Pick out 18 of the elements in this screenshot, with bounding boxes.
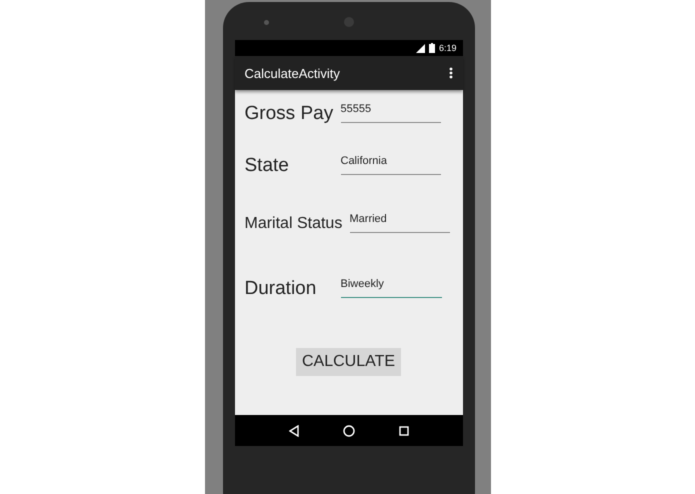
text-field[interactable]: Married [350,211,450,233]
calculate-button[interactable]: CALCULATE [296,348,402,376]
text-field[interactable]: California [340,153,440,175]
home-icon[interactable] [342,424,354,436]
back-icon[interactable] [288,424,298,436]
text-field[interactable]: 55555 [340,101,440,123]
app-title: CalculateActivity [244,66,340,80]
signal-icon [416,44,425,52]
text-field[interactable]: Biweekly [340,276,442,298]
battery-icon [428,43,435,53]
recents-icon[interactable] [398,426,408,436]
overflow-menu-icon[interactable] [448,67,452,79]
status-time: 6:19 [438,43,456,53]
field-label: Duration [244,278,318,300]
field-label: Marital Status [244,215,344,233]
field-label: State [244,155,290,177]
field-label: Gross Pay [244,103,334,125]
sensor-icon [264,20,268,24]
